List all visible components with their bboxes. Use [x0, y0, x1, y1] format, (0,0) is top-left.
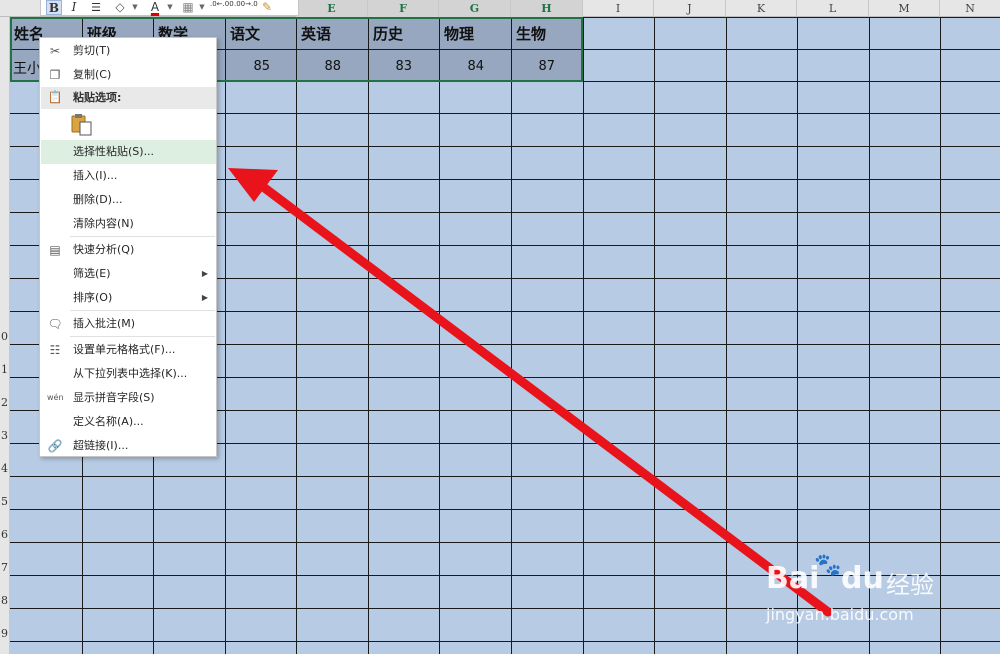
watermark-brand: Bai: [766, 561, 820, 596]
paw-icon: 🐾: [814, 553, 842, 578]
watermark-jingyan: 经验: [886, 571, 934, 599]
baidu-watermark: Bai 🐾 du 经验 jingyan.baidu.com: [766, 553, 996, 633]
watermark-brand-2: du: [841, 561, 884, 596]
watermark-url: jingyan.baidu.com: [766, 605, 914, 624]
